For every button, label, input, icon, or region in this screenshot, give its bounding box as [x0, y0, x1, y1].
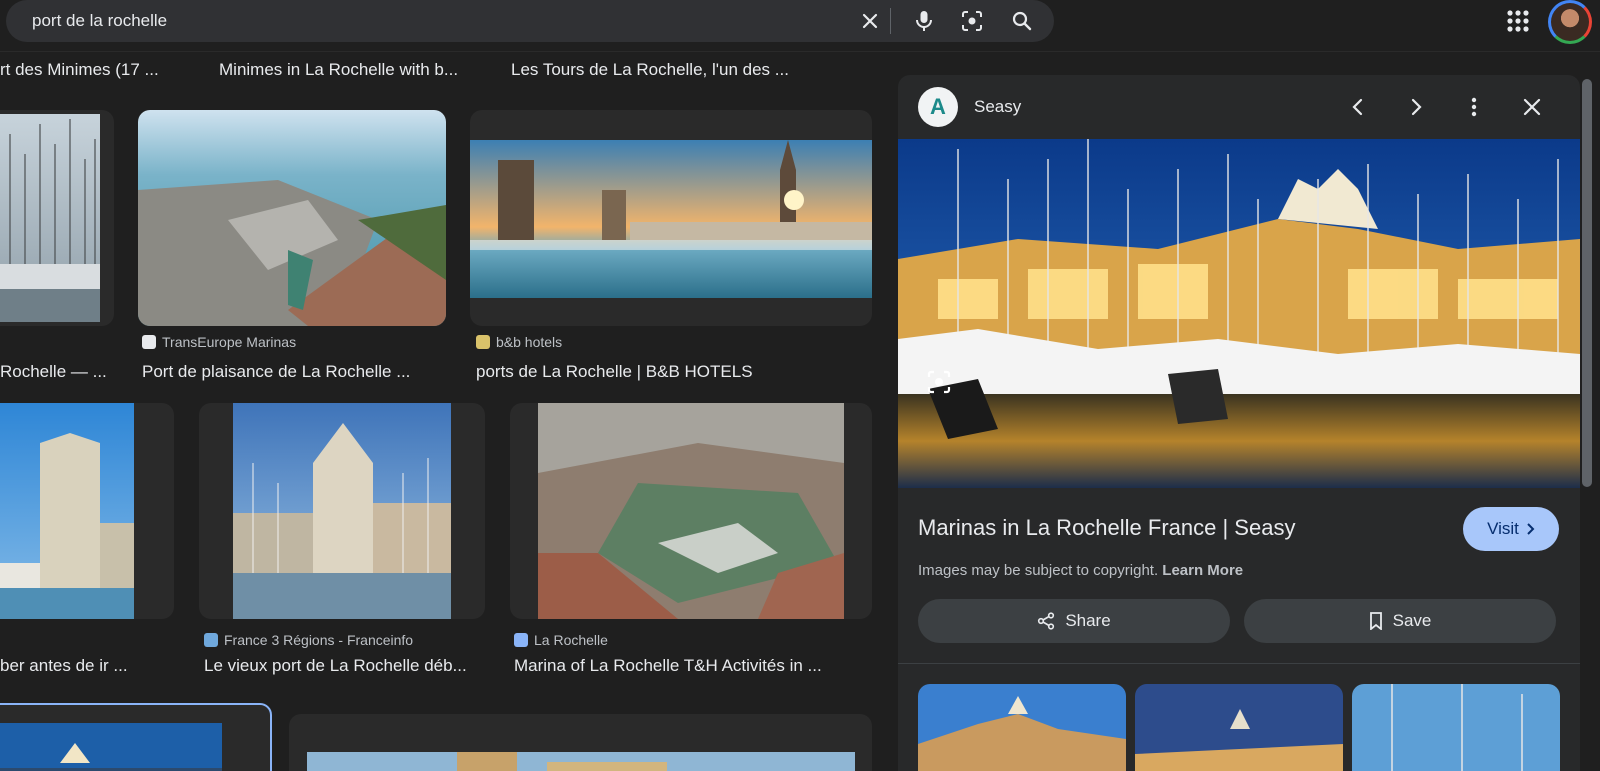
result-title[interactable]: Les Tours de La Rochelle, l'un des ... — [511, 60, 789, 80]
image-preview-panel: A Seasy Marinas in La Rochelle France | … — [898, 75, 1580, 771]
top-bar: port de la rochelle — [0, 0, 1600, 52]
related-image[interactable] — [1135, 684, 1343, 771]
result-source: France 3 Régions - Franceinfo — [224, 632, 414, 648]
apps-grid-icon[interactable] — [1505, 8, 1531, 34]
related-image[interactable] — [918, 684, 1126, 771]
result-source: b&b hotels — [496, 334, 563, 350]
result-title[interactable]: Marina of La Rochelle T&H Activités in .… — [514, 656, 874, 676]
image-results-grid: rt des Minimes (17 ... Minimes in La Roc… — [0, 52, 880, 771]
search-box[interactable]: port de la rochelle — [6, 0, 1054, 42]
result-title[interactable]: Rochelle — ... — [0, 362, 110, 382]
chevron-right-icon — [1527, 523, 1535, 535]
search-input[interactable]: port de la rochelle — [32, 11, 167, 31]
result-title[interactable]: Le vieux port de La Rochelle déb... — [204, 656, 486, 676]
share-label: Share — [1065, 611, 1111, 630]
copyright-text: Images may be subject to copyright. — [918, 562, 1159, 579]
site-name[interactable]: Seasy — [974, 97, 1021, 117]
result-thumbnail[interactable] — [0, 110, 114, 326]
save-label: Save — [1392, 611, 1432, 630]
learn-more-link[interactable]: Learn More — [1162, 562, 1243, 579]
site-logo[interactable]: A — [918, 87, 958, 127]
result-thumbnail[interactable] — [0, 703, 272, 771]
favicon — [514, 633, 528, 647]
preview-image[interactable] — [898, 139, 1580, 488]
save-button[interactable]: Save — [1244, 599, 1556, 643]
favicon — [204, 633, 218, 647]
result-title[interactable]: rt des Minimes (17 ... — [0, 60, 159, 80]
result-thumbnail[interactable] — [199, 403, 485, 619]
result-title[interactable]: ber antes de ir ... — [0, 656, 130, 676]
microphone-icon[interactable] — [912, 9, 936, 33]
camera-lens-icon[interactable] — [960, 9, 984, 33]
result-thumbnail[interactable] — [289, 714, 872, 771]
more-options-icon[interactable] — [1458, 91, 1490, 123]
result-source: TransEurope Marinas — [162, 334, 297, 350]
result-thumbnail[interactable] — [470, 110, 872, 326]
panel-divider — [898, 663, 1580, 664]
copyright-notice: Images may be subject to copyright. Lear… — [918, 562, 1243, 579]
result-thumbnail[interactable] — [510, 403, 872, 619]
bookmark-icon — [1369, 612, 1382, 630]
result-source: La Rochelle — [534, 632, 608, 648]
chevron-right-icon[interactable] — [1400, 91, 1432, 123]
lens-search-icon[interactable] — [922, 365, 956, 399]
avatar[interactable] — [1548, 0, 1592, 44]
result-title[interactable]: Minimes in La Rochelle with b... — [219, 60, 458, 80]
visit-label: Visit — [1487, 519, 1519, 538]
share-button[interactable]: Share — [918, 599, 1230, 643]
favicon — [142, 335, 156, 349]
search-divider — [890, 8, 891, 34]
share-icon — [1038, 612, 1055, 630]
preview-title[interactable]: Marinas in La Rochelle France | Seasy — [918, 515, 1295, 541]
chevron-left-icon[interactable] — [1342, 91, 1374, 123]
site-logo-letter: A — [930, 94, 946, 119]
result-title[interactable]: Port de plaisance de La Rochelle ... — [142, 362, 442, 382]
result-thumbnail[interactable] — [0, 403, 174, 619]
favicon — [476, 335, 490, 349]
related-image[interactable] — [1352, 684, 1560, 771]
search-icon[interactable] — [1010, 9, 1034, 33]
result-thumbnail[interactable] — [138, 110, 446, 326]
close-panel-icon[interactable] — [1516, 91, 1548, 123]
result-title[interactable]: ports de La Rochelle | B&B HOTELS — [476, 362, 872, 382]
close-icon[interactable] — [858, 9, 882, 33]
visit-button[interactable]: Visit — [1463, 507, 1559, 551]
panel-scrollbar[interactable] — [1582, 79, 1592, 487]
